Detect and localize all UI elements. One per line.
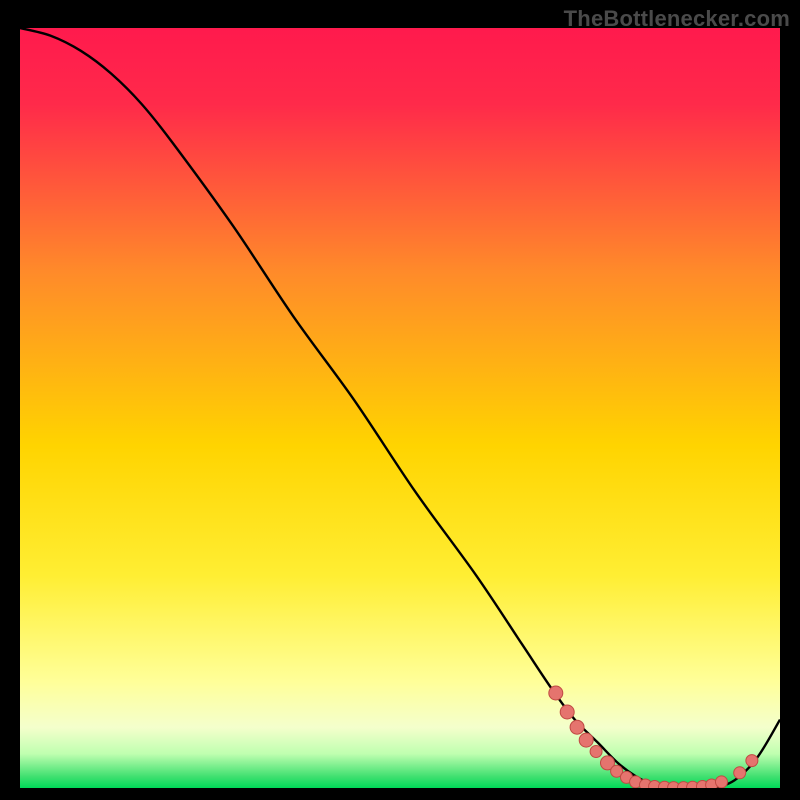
data-point [579,733,593,747]
data-point [734,767,746,779]
plot-area [20,28,780,788]
data-point [715,776,727,788]
data-point [590,746,602,758]
gradient-background [20,28,780,788]
bottleneck-chart [20,28,780,788]
data-point [570,720,584,734]
data-point [549,686,563,700]
data-point [746,755,758,767]
data-point [560,705,574,719]
chart-frame: TheBottlenecker.com [0,0,800,800]
